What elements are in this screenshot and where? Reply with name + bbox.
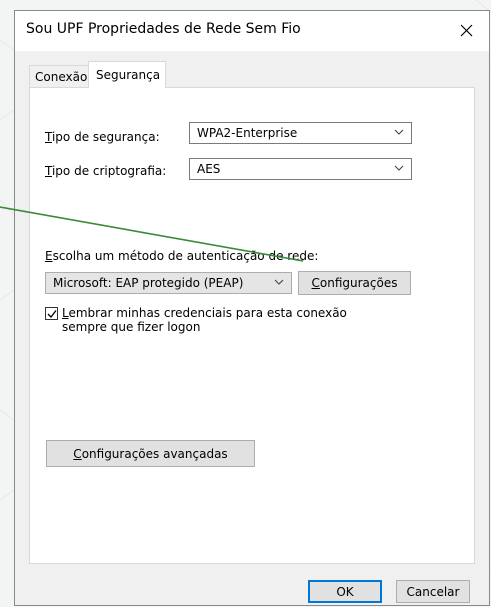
- auth-method-value: Microsoft: EAP protegido (PEAP): [53, 276, 244, 290]
- security-type-label-mnemonic: T: [45, 130, 52, 144]
- window-title: Sou UPF Propriedades de Rede Sem Fio: [26, 21, 301, 37]
- encryption-type-label-mnemonic: T: [45, 164, 52, 178]
- ok-button[interactable]: OK: [308, 580, 382, 603]
- remember-credentials-text: embrar minhas credenciais para esta cone…: [68, 306, 347, 320]
- tab-conexao-label: Conexão: [35, 70, 88, 84]
- encryption-type-select[interactable]: AES: [189, 158, 412, 180]
- encryption-type-label-text: ipo de criptografia:: [51, 164, 167, 178]
- auth-method-label-text: scolha um método de autenticação de rede…: [52, 249, 319, 263]
- auth-settings-button-mnemonic: C: [311, 276, 320, 290]
- encryption-type-value: AES: [197, 162, 221, 176]
- advanced-settings-button-mnemonic: C: [73, 447, 82, 461]
- auth-method-select[interactable]: Microsoft: EAP protegido (PEAP): [45, 272, 292, 294]
- close-button[interactable]: [445, 11, 489, 51]
- security-type-label: Tipo de segurança:: [45, 130, 160, 144]
- remember-credentials-label-line2: sempre que fizer logon: [62, 320, 201, 334]
- security-type-label-text: ipo de segurança:: [51, 130, 160, 144]
- remember-credentials-checkbox[interactable]: [45, 307, 58, 320]
- tab-seguranca[interactable]: Segurança: [88, 61, 166, 88]
- encryption-type-label: Tipo de criptografia:: [45, 164, 166, 178]
- wireless-properties-dialog: Sou UPF Propriedades de Rede Sem Fio Con…: [14, 10, 490, 606]
- security-type-value: WPA2-Enterprise: [197, 126, 298, 140]
- chevron-down-icon: [394, 165, 404, 171]
- title-bar: Sou UPF Propriedades de Rede Sem Fio: [15, 11, 489, 51]
- advanced-settings-button-text: onfigurações avançadas: [81, 447, 228, 461]
- remember-credentials-label-line1: Lembrar minhas credenciais para esta con…: [62, 306, 347, 320]
- checkmark-icon: [47, 310, 57, 318]
- tab-seguranca-label: Segurança: [96, 68, 161, 82]
- auth-settings-button-text: onfigurações: [319, 276, 398, 290]
- tab-conexao[interactable]: Conexão: [29, 65, 89, 87]
- chevron-down-icon: [274, 279, 284, 285]
- auth-method-label: Escolha um método de autenticação de red…: [45, 249, 318, 263]
- auth-settings-button[interactable]: Configurações: [298, 271, 411, 295]
- auth-method-label-mnemonic: E: [45, 249, 53, 263]
- close-icon: [460, 24, 473, 37]
- chevron-down-icon: [394, 129, 404, 135]
- cancel-button[interactable]: Cancelar: [396, 580, 470, 603]
- security-type-select[interactable]: WPA2-Enterprise: [189, 122, 412, 144]
- advanced-settings-button[interactable]: Configurações avançadas: [46, 440, 255, 467]
